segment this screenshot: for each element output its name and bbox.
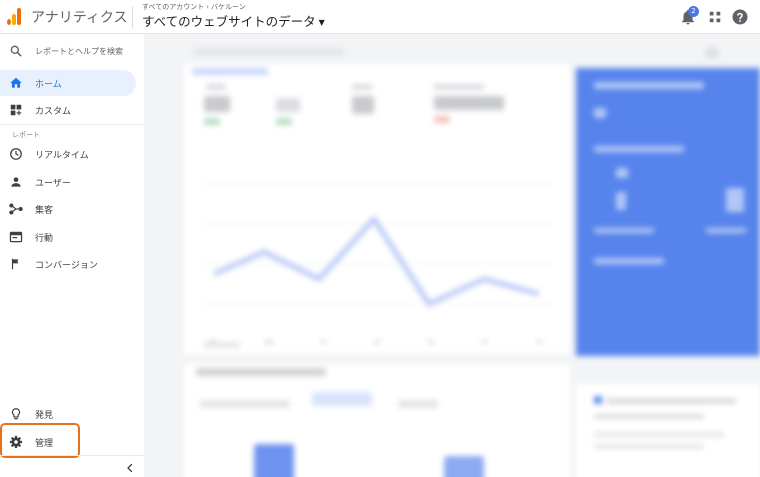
section-heading-reports: レポート bbox=[12, 131, 40, 139]
analytics-logo[interactable] bbox=[7, 7, 23, 25]
top-bar: アナリティクス すべてのアカウント › バケルーン すべてのウェブサイトのデータ ▼ … bbox=[0, 0, 760, 34]
chevron-left-icon[interactable] bbox=[124, 461, 136, 475]
sidebar-item-label: 集客 bbox=[35, 206, 54, 216]
home-icon bbox=[10, 77, 22, 88]
person-icon bbox=[11, 177, 21, 187]
sidebar-divider bbox=[0, 455, 144, 456]
flag-icon bbox=[11, 258, 19, 270]
realtime-card bbox=[576, 68, 760, 356]
sidebar-item-label: コンバージョン bbox=[35, 261, 98, 271]
sessions-trend-line bbox=[204, 183, 554, 344]
sidebar-item-users[interactable]: ユーザー bbox=[0, 169, 136, 195]
sidebar-item-conversions[interactable]: コンバージョン bbox=[0, 251, 136, 277]
sidebar-item-label: カスタム bbox=[35, 107, 72, 117]
header-divider bbox=[132, 6, 133, 28]
dashboard-plus-icon bbox=[10, 104, 22, 116]
clock-icon bbox=[10, 148, 22, 160]
sidebar-nav: レポートとヘルプを検索 ホーム カスタム レポート リアルタイム ユーザー 集客… bbox=[0, 34, 144, 477]
search-placeholder: レポートとヘルプを検索 bbox=[35, 47, 123, 56]
sidebar-item-label: ユーザー bbox=[35, 179, 71, 189]
lightbulb-icon bbox=[11, 408, 21, 420]
sidebar-item-realtime[interactable]: リアルタイム bbox=[0, 141, 136, 167]
breadcrumb-separator: › bbox=[206, 3, 210, 11]
sidebar-item-acquisition[interactable]: 集客 bbox=[0, 196, 136, 222]
sidebar-item-label: 発見 bbox=[35, 411, 54, 421]
sidebar-item-label: リアルタイム bbox=[35, 151, 89, 161]
browser-window-icon bbox=[9, 231, 23, 243]
view-selector[interactable]: すべてのウェブサイトのデータ ▼ bbox=[142, 11, 325, 30]
overview-card bbox=[184, 64, 570, 354]
app-title: アナリティクス bbox=[31, 10, 128, 26]
acquisition-icon bbox=[9, 203, 23, 215]
chevron-down-icon: ▼ bbox=[318, 18, 325, 27]
insights-card bbox=[576, 384, 760, 477]
help-icon[interactable] bbox=[731, 8, 749, 26]
sidebar-item-home[interactable]: ホーム bbox=[0, 70, 136, 96]
breadcrumb-property[interactable]: バケルーン bbox=[211, 3, 246, 11]
apps-grid-icon[interactable] bbox=[706, 8, 724, 26]
search-icon bbox=[10, 45, 22, 57]
breadcrumb-account[interactable]: すべてのアカウント bbox=[142, 3, 204, 11]
sidebar-item-behavior[interactable]: 行動 bbox=[0, 224, 136, 250]
sidebar-divider bbox=[0, 124, 144, 125]
sidebar-item-label: ホーム bbox=[35, 80, 62, 90]
acquisition-card bbox=[184, 364, 570, 477]
view-selector-label: すべてのウェブサイトのデータ bbox=[142, 14, 316, 29]
sidebar-item-custom[interactable]: カスタム bbox=[0, 97, 136, 123]
notification-count-badge: 2 bbox=[688, 6, 699, 17]
sidebar-search[interactable]: レポートとヘルプを検索 bbox=[0, 38, 136, 64]
sidebar-item-label: 行動 bbox=[35, 234, 54, 244]
dashboard-content-blurred bbox=[144, 34, 760, 477]
admin-highlight-box bbox=[0, 423, 80, 458]
